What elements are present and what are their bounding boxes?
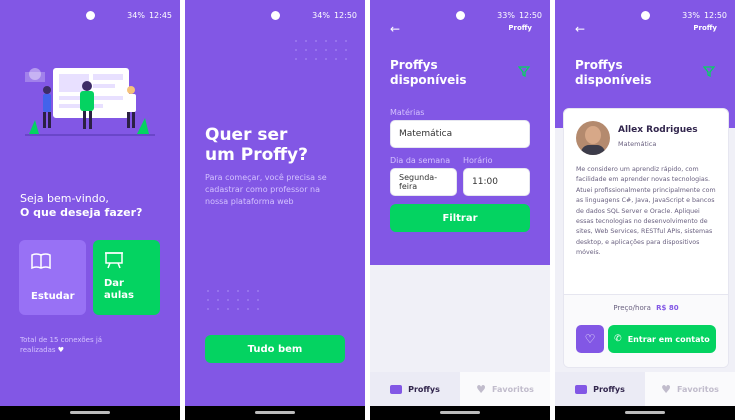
filter-button-label: Filtrar [442,212,478,224]
tv-icon [575,384,588,394]
tab-proffys-label: Proffys [408,384,440,394]
welcome-line-1: Seja bem-vindo, [20,192,109,205]
book-icon [31,253,51,269]
heart-icon: ♥ [661,382,671,396]
weekday-label: Dia da semana [390,156,451,165]
teacher-bio: Me considero um aprendiz rápido, com fac… [576,166,716,257]
study-button-label: Estudar [31,291,75,302]
teach-button[interactable]: Dar aulas [93,240,160,315]
clock: 12:50 [333,11,357,20]
home-pill[interactable] [255,411,295,414]
price-label: Preço/hora [613,304,651,312]
price: Preço/hora R$ 80 [564,304,728,312]
screen-landing: 34% 12:45 Seja bem-vindo, O que deseja f… [0,0,180,420]
tab-favorites[interactable]: ♥ Favoritos [645,372,735,406]
decor-dots [295,40,348,60]
app-notification-icon [271,11,280,20]
price-value: R$ 80 [656,304,679,312]
page-title: Proffys disponíveis [575,58,652,87]
screen-give-classes: 34% 12:50 Quer ser um Proffy? Para começ… [185,0,365,420]
teacher-name: Allex Rodrigues [618,125,698,135]
battery-text: 34% [312,11,330,20]
landing-illustration [25,68,155,136]
bottom-tab-bar: Proffys ♥ Favoritos [555,372,735,406]
clock: 12:45 [148,11,172,20]
screen-teacher-list-filters: 33% 12:50 ← Proffy Proffys disponíveis M… [370,0,550,420]
tab-favorites-label: Favoritos [677,384,719,394]
decor-dots-bottom [207,290,260,310]
ok-button-label: Tudo bem [247,343,303,355]
app-notification-icon [456,11,465,20]
tab-proffys-label: Proffys [593,384,625,394]
home-pill[interactable] [625,411,665,414]
proffy-logo: Proffy [508,24,532,32]
card-footer: Preço/hora R$ 80 ♡ ✆ Entrar em contato [564,294,728,367]
home-pill[interactable] [440,411,480,414]
filter-icon[interactable] [518,66,530,77]
android-nav-bar [185,406,365,420]
tab-proffys[interactable]: Proffys [370,372,460,406]
teach-button-label: Dar aulas [104,278,134,301]
android-nav-bar [0,406,180,420]
whatsapp-icon: ✆ [614,334,622,344]
home-pill[interactable] [70,411,110,414]
tab-favorites-label: Favoritos [492,384,534,394]
android-nav-bar [370,406,550,420]
filter-icon[interactable] [703,66,715,77]
weekday-select[interactable]: Segunda-feira [390,168,457,196]
time-input[interactable]: 11:00 [463,168,530,196]
proffy-logo: Proffy [693,24,717,32]
android-nav-bar [555,406,735,420]
welcome-text: Seja bem-vindo, O que deseja fazer? [20,192,142,220]
give-classes-description: Para começar, você precisa se cadastrar … [205,173,327,206]
heart-icon: ♡ [584,332,596,346]
status-bar: 34% 12:45 [0,0,180,30]
avatar [576,121,610,155]
time-value: 11:00 [472,177,498,187]
subject-label: Matérias [390,108,425,117]
ok-button[interactable]: Tudo bem [205,335,345,363]
contact-button-label: Entrar em contato [627,334,710,344]
welcome-line-2: O que deseja fazer? [20,206,143,219]
filter-button[interactable]: Filtrar [390,204,530,232]
heart-icon: ♥ [476,382,486,396]
connections-text: Total de 15 conexões já realizadas ♥ [20,335,105,355]
clock: 12:50 [703,11,727,20]
heart-icon: ♥ [57,346,65,354]
back-arrow-icon[interactable]: ← [575,22,585,36]
presentation-icon [105,252,123,269]
bottom-tab-bar: Proffys ♥ Favoritos [370,372,550,406]
back-arrow-icon[interactable]: ← [390,22,400,36]
battery-text: 34% [127,11,145,20]
clock: 12:50 [518,11,542,20]
teacher-card: Allex Rodrigues Matemática Me considero … [563,108,729,368]
battery-text: 33% [682,11,700,20]
study-button[interactable]: Estudar [19,240,86,315]
teacher-subject: Matemática [618,140,657,148]
app-notification-icon [86,11,95,20]
tab-proffys[interactable]: Proffys [555,372,645,406]
app-notification-icon [641,11,650,20]
tv-icon [390,384,403,394]
time-label: Horário [463,156,493,165]
give-classes-title: Quer ser um Proffy? [205,125,308,165]
favorite-button[interactable]: ♡ [576,325,604,353]
subject-value: Matemática [399,129,453,139]
tab-favorites[interactable]: ♥ Favoritos [460,372,550,406]
status-bar: 34% 12:50 [185,0,365,30]
screen-teacher-list: 33% 12:50 ← Proffy Proffys disponíveis A… [555,0,735,420]
contact-button[interactable]: ✆ Entrar em contato [608,325,716,353]
battery-text: 33% [497,11,515,20]
subject-select[interactable]: Matemática [390,120,530,148]
header: 33% 12:50 ← Proffy Proffys disponíveis M… [370,0,550,265]
weekday-value: Segunda-feira [399,173,438,191]
page-title: Proffys disponíveis [390,58,467,87]
